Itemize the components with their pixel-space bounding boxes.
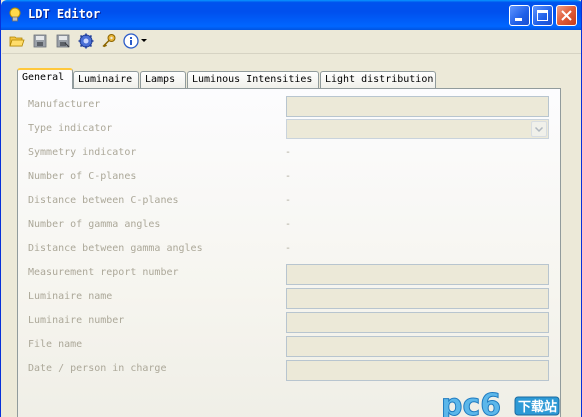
manufacturer-label: Manufacturer — [28, 99, 101, 110]
window-title: LDT Editor — [28, 7, 101, 21]
file-name-label: File name — [28, 339, 83, 350]
symmetry-indicator-value: - — [285, 147, 292, 158]
tab-light-distribution[interactable]: Light distribution — [320, 71, 436, 88]
measurement-report-label: Measurement report number — [28, 267, 179, 278]
type-indicator-label: Type indicator — [28, 123, 113, 134]
distance-gamma-label: Distance between gamma angles — [28, 243, 203, 254]
tab-luminous-intensities[interactable]: Luminous Intensities — [187, 71, 319, 88]
key-icon[interactable] — [101, 33, 117, 49]
date-person-field[interactable] — [286, 360, 549, 381]
close-button[interactable] — [556, 5, 577, 26]
distance-c-planes-value: - — [285, 195, 292, 206]
manufacturer-field[interactable] — [286, 96, 549, 117]
toolbar — [2, 30, 581, 54]
distance-gamma-value: - — [285, 243, 292, 254]
tab-lamps[interactable]: Lamps — [140, 71, 186, 88]
tab-luminaire[interactable]: Luminaire — [73, 71, 139, 88]
measurement-report-field[interactable] — [286, 264, 549, 285]
tab-general[interactable]: General — [17, 68, 73, 89]
pc6-watermark-logo: pc6 下载站 — [441, 388, 560, 417]
save-icon[interactable] — [32, 33, 48, 49]
distance-c-planes-label: Distance between C-planes — [28, 195, 179, 206]
luminaire-number-label: Luminaire number — [28, 315, 125, 326]
settings-icon[interactable] — [78, 33, 94, 49]
watermark-text: pc6 — [441, 388, 501, 417]
minimize-button[interactable] — [509, 5, 530, 26]
luminaire-name-field[interactable] — [286, 288, 549, 309]
bulb-icon — [9, 7, 21, 22]
number-c-planes-value: - — [285, 171, 292, 182]
save-as-icon[interactable] — [55, 33, 71, 49]
number-gamma-value: - — [285, 219, 292, 230]
dropdown-button[interactable] — [531, 121, 547, 137]
type-indicator-select[interactable] — [286, 119, 549, 139]
open-folder-icon[interactable] — [9, 33, 25, 49]
date-person-label: Date / person in charge — [28, 363, 167, 374]
ldt-editor-window: LDT Editor General Luminaire Lamps Lumin… — [0, 0, 582, 417]
file-name-field[interactable] — [286, 336, 549, 357]
info-icon[interactable] — [123, 33, 139, 49]
luminaire-name-label: Luminaire name — [28, 291, 113, 302]
title-bar[interactable]: LDT Editor — [1, 0, 581, 30]
luminaire-number-field[interactable] — [286, 312, 549, 333]
watermark-badge: 下载站 — [518, 399, 557, 415]
number-gamma-label: Number of gamma angles — [28, 219, 161, 230]
number-c-planes-label: Number of C-planes — [28, 171, 137, 182]
symmetry-indicator-label: Symmetry indicator — [28, 147, 137, 158]
close-icon — [561, 10, 572, 21]
maximize-icon — [537, 10, 548, 21]
chevron-down-icon[interactable] — [141, 39, 147, 42]
minimize-icon — [515, 18, 522, 21]
maximize-button[interactable] — [532, 5, 553, 26]
chevron-down-icon — [534, 126, 544, 133]
